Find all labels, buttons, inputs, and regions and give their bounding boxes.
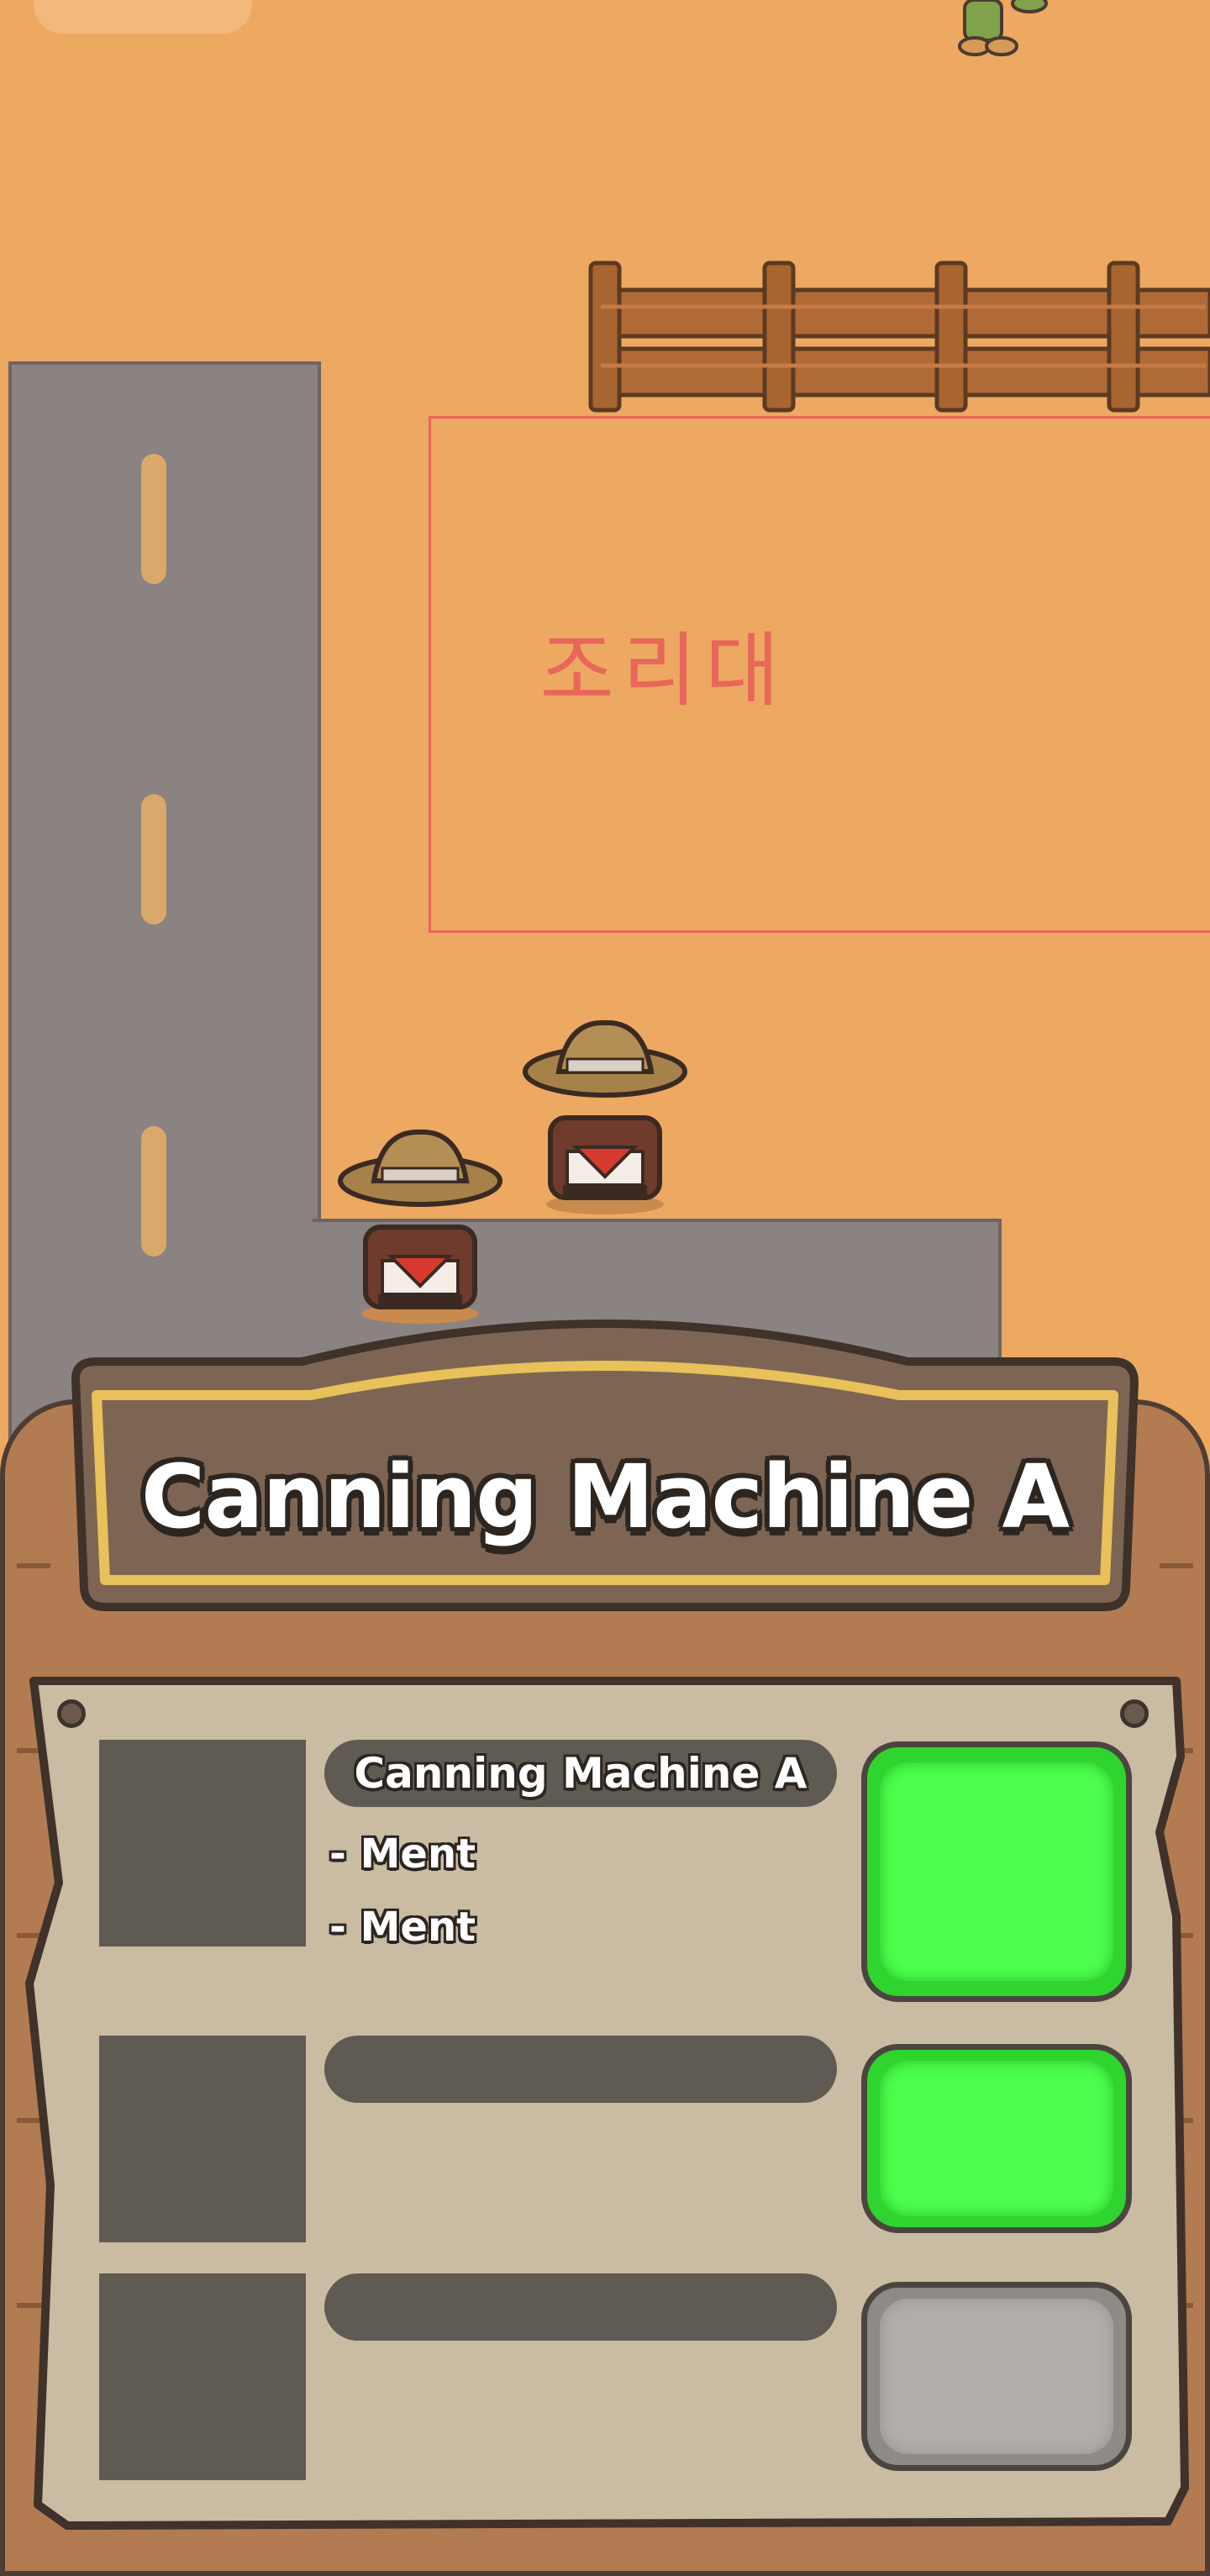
cactus-icon xyxy=(958,0,1048,56)
item-name-pill xyxy=(324,2036,837,2103)
road-lane-marking xyxy=(141,454,166,584)
action-button-disabled[interactable] xyxy=(861,2282,1132,2471)
rivet-icon xyxy=(57,1699,86,1728)
wooden-fence xyxy=(588,261,1210,413)
road-lane-marking xyxy=(141,794,166,925)
road-lane-marking xyxy=(141,1126,166,1256)
item-detail-line: - Ment xyxy=(329,1904,476,1951)
panel-title: Canning Machine A xyxy=(140,1446,1070,1548)
cloud-decoration xyxy=(34,0,252,34)
item-name: Canning Machine A xyxy=(354,1749,808,1798)
action-button[interactable] xyxy=(861,2044,1132,2233)
plank-line xyxy=(17,1563,50,1568)
action-button[interactable] xyxy=(861,1741,1132,2002)
cowboy-character[interactable] xyxy=(517,1013,693,1214)
zone-label: 조리대 xyxy=(539,624,788,718)
item-thumbnail xyxy=(99,1740,306,1946)
item-thumbnail xyxy=(99,2273,306,2480)
plank-line xyxy=(1160,1563,1193,1568)
item-name-pill xyxy=(324,2273,837,2341)
item-thumbnail xyxy=(99,2036,306,2242)
cowboy-character[interactable] xyxy=(332,1122,508,1324)
item-detail-line: - Ment xyxy=(329,1831,476,1878)
rivet-icon xyxy=(1120,1699,1149,1728)
